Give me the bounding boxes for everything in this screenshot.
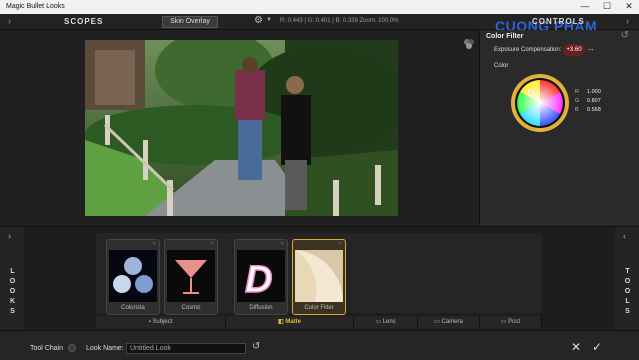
- category-subject[interactable]: ▪ Subject: [96, 316, 226, 328]
- chevron-down-icon[interactable]: ▼: [266, 17, 272, 23]
- tool-options-icon[interactable]: ○: [280, 241, 284, 247]
- looks-chevron-icon[interactable]: ›: [8, 231, 11, 241]
- looks-area: › LOOKS ‹ TOOLS ○ Colorista ○ Cosmo ○ D …: [0, 226, 639, 331]
- tool-options-icon[interactable]: ○: [210, 241, 214, 247]
- tool-name: Color Filter: [304, 305, 334, 311]
- color-wheel[interactable]: [510, 73, 570, 133]
- horizontal-drag-icon[interactable]: ↔: [587, 44, 595, 53]
- cosmo-thumbnail: [167, 250, 215, 302]
- tool-color-filter[interactable]: ○ Color Filter: [292, 239, 346, 315]
- tool-name: Cosmo: [181, 305, 201, 311]
- minimize-button[interactable]: —: [579, 1, 591, 12]
- scope-wheel-icon[interactable]: [463, 38, 475, 50]
- exposure-label: Exposure Compensation:: [494, 47, 562, 53]
- controls-panel: Color Filter ↺ Exposure Compensation: +3…: [479, 30, 639, 226]
- gear-icon[interactable]: ⚙: [254, 15, 263, 26]
- category-camera[interactable]: ▭ Camera: [418, 316, 480, 328]
- scopes-chevron-icon[interactable]: ›: [8, 16, 11, 26]
- scopes-header[interactable]: SCOPES: [64, 17, 103, 26]
- g-value-row: G 0.807: [575, 98, 601, 104]
- looks-tab-label: LOOKS: [9, 268, 17, 315]
- tool-cosmo[interactable]: ○ Cosmo: [164, 239, 218, 315]
- exposure-value-field[interactable]: +3.60: [563, 44, 585, 56]
- image-viewer[interactable]: [0, 30, 479, 226]
- tool-diffusion[interactable]: ○ D Diffusion: [234, 239, 288, 315]
- close-window-button[interactable]: ✕: [623, 1, 635, 12]
- g-value: 0.807: [587, 98, 601, 104]
- b-value: 0.568: [587, 107, 601, 113]
- tools-tab-label: TOOLS: [624, 268, 632, 315]
- controls-header[interactable]: CONTROLS: [532, 17, 585, 26]
- apply-button[interactable]: ✓: [592, 340, 602, 354]
- tool-name: Diffusion: [249, 305, 273, 311]
- pixel-readout: R: 0.443 | G: 0.401 | B: 0.339 Zoom: 100…: [280, 18, 399, 24]
- look-name-label: Look Name:: [86, 345, 124, 352]
- maximize-button[interactable]: ☐: [601, 1, 613, 12]
- tool-options-icon[interactable]: ○: [338, 241, 342, 247]
- tool-options-icon[interactable]: ○: [152, 241, 156, 247]
- controls-tool-title: Color Filter: [486, 33, 524, 40]
- look-name-input[interactable]: Untitled Look: [126, 343, 246, 354]
- window-controls: — ☐ ✕: [579, 1, 635, 12]
- b-label: B: [575, 107, 579, 113]
- tools-chevron-icon[interactable]: ‹: [623, 231, 626, 241]
- top-toolbar: › SCOPES Skin Overlay ⚙ ▼ R: 0.443 | G: …: [0, 14, 639, 34]
- lens-icon: ▭: [375, 319, 383, 325]
- tool-chain-toggle[interactable]: [68, 344, 76, 352]
- app-root: Magic Bullet Looks — ☐ ✕ › SCOPES Skin O…: [0, 0, 639, 360]
- g-label: G: [575, 98, 580, 104]
- reset-icon[interactable]: ↺: [621, 30, 629, 41]
- undo-icon[interactable]: ↺: [252, 341, 260, 352]
- window-title: Magic Bullet Looks: [6, 3, 65, 10]
- tools-side-tab[interactable]: ‹ TOOLS: [615, 227, 639, 331]
- category-matte[interactable]: ◧ Matte: [226, 316, 354, 328]
- diffusion-thumbnail: D: [237, 250, 285, 302]
- category-bar: ▪ Subject ◧ Matte ▭ Lens ▭ Camera ▭ Post: [96, 316, 542, 328]
- b-value-row: B 0.568: [575, 107, 601, 113]
- cancel-button[interactable]: ✕: [571, 340, 581, 354]
- tool-strip: ○ Colorista ○ Cosmo ○ D Diffusion ○ Colo…: [96, 233, 542, 315]
- color-filter-thumbnail: [295, 250, 343, 302]
- skin-overlay-button[interactable]: Skin Overlay: [162, 16, 218, 28]
- controls-chevron-icon[interactable]: ›: [626, 16, 629, 26]
- colorista-thumbnail: [109, 250, 157, 302]
- category-label: Matte: [285, 319, 301, 325]
- r-label: R: [575, 89, 579, 95]
- category-post[interactable]: ▭ Post: [480, 316, 542, 328]
- tool-colorista[interactable]: ○ Colorista: [106, 239, 160, 315]
- camera-icon: ▭: [434, 319, 442, 325]
- preview-image: [85, 40, 398, 216]
- bottom-bar: Tool Chain Look Name: Untitled Look ↺ ✕ …: [0, 330, 639, 360]
- looks-side-tab[interactable]: › LOOKS: [0, 227, 24, 331]
- svg-text:D: D: [245, 259, 272, 301]
- category-label: Post: [508, 319, 521, 325]
- r-value: 1.000: [587, 89, 601, 95]
- category-label: Lens: [382, 319, 396, 325]
- category-label: Camera: [441, 319, 463, 325]
- category-lens[interactable]: ▭ Lens: [354, 316, 418, 328]
- r-value-row: R 1.000: [575, 89, 601, 95]
- tool-name: Colorista: [121, 305, 145, 311]
- window-titlebar: Magic Bullet Looks — ☐ ✕: [0, 0, 639, 14]
- color-label: Color: [494, 63, 509, 69]
- category-label: Subject: [152, 319, 173, 325]
- tool-chain-label[interactable]: Tool Chain: [30, 345, 63, 352]
